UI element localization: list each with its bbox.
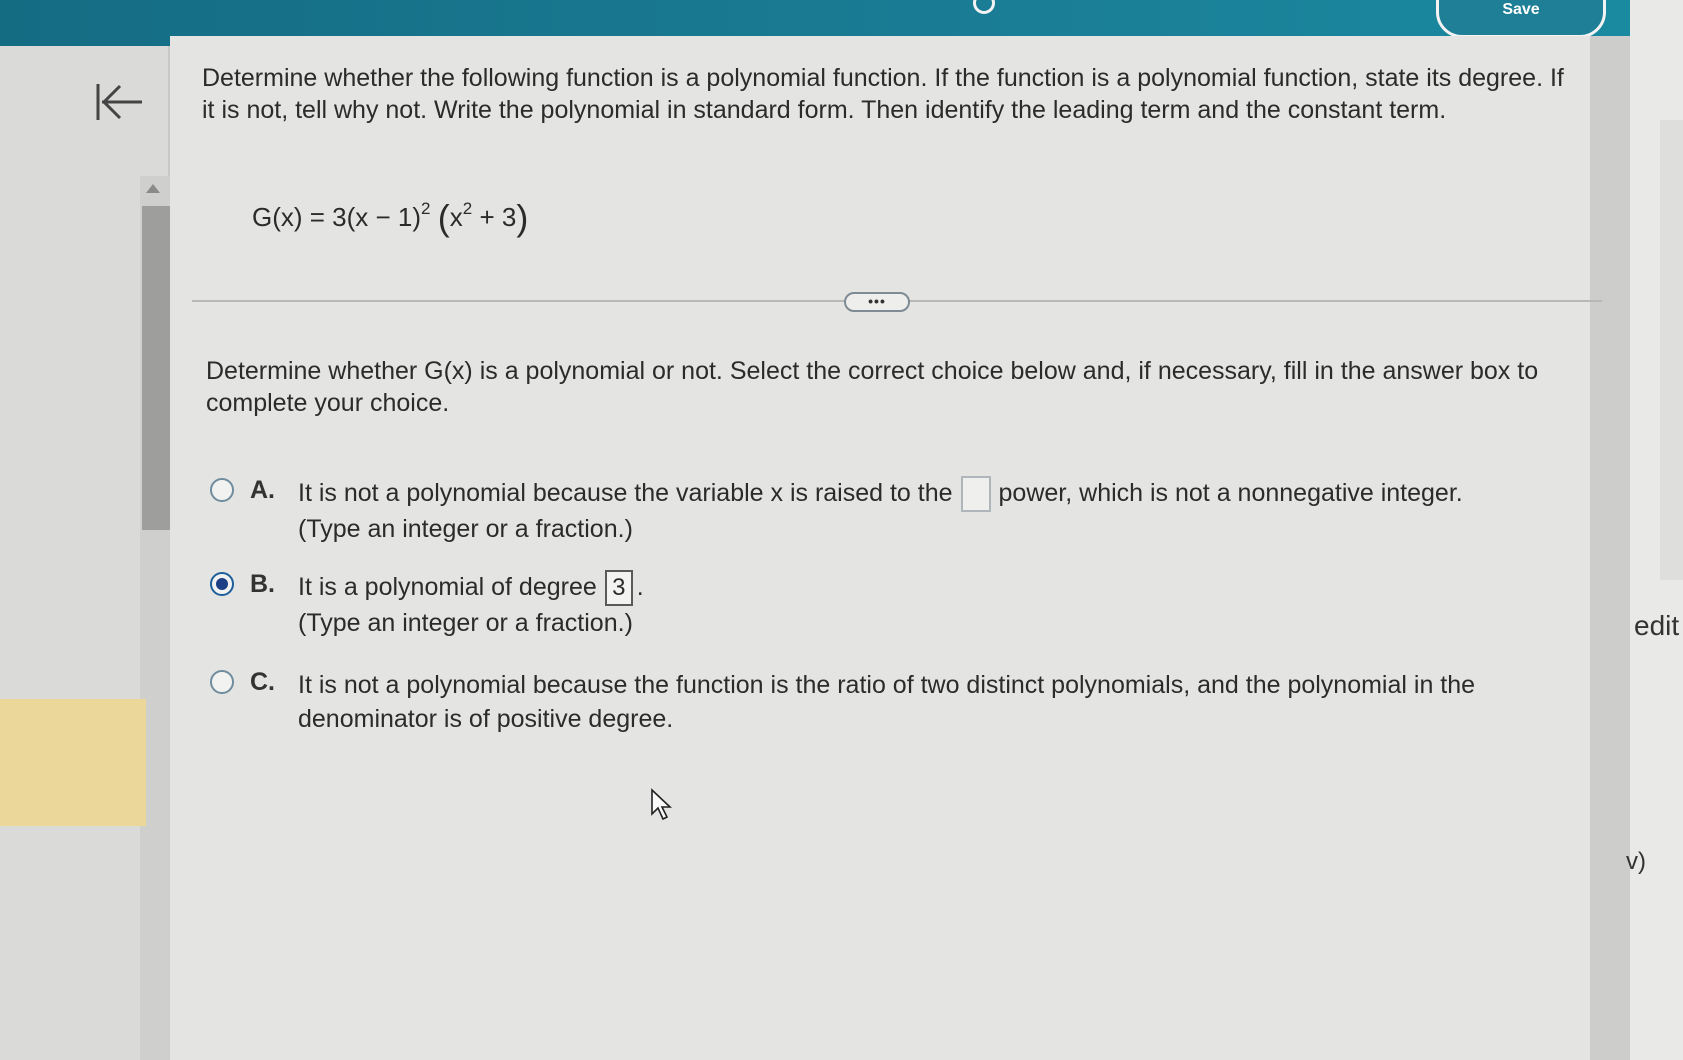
choice-b-text-before: It is a polynomial of degree bbox=[298, 573, 597, 601]
choice-b-text-after: . bbox=[636, 573, 644, 601]
choice-a-answer-box[interactable] bbox=[960, 476, 991, 513]
expand-button[interactable]: ••• bbox=[844, 292, 910, 312]
question-prompt: Determine whether the following function… bbox=[202, 64, 1564, 124]
choice-c-letter: C. bbox=[250, 668, 275, 696]
function-equation: G(x) = 3(x − 1)2 (x2 + 3) bbox=[252, 197, 529, 238]
scroll-up-icon[interactable] bbox=[146, 184, 160, 193]
save-button-label: Save bbox=[1502, 1, 1540, 18]
save-button[interactable]: Save bbox=[1436, 0, 1606, 38]
equation-exponent-1: 2 bbox=[421, 199, 431, 218]
choice-c-text: It is not a polynomial because the funct… bbox=[298, 671, 1476, 733]
choice-a-text-after: power, which is not a nonnegative intege… bbox=[998, 479, 1463, 507]
open-paren: ( bbox=[437, 197, 450, 238]
highlight-block bbox=[0, 699, 146, 826]
right-edge-shade bbox=[1660, 120, 1683, 580]
status-circle-icon bbox=[973, 0, 995, 14]
choice-b-text: It is a polynomial of degree 3. (Type an … bbox=[298, 570, 1588, 640]
mouse-cursor-icon bbox=[651, 788, 673, 821]
back-arrow-icon[interactable] bbox=[94, 78, 146, 126]
choice-b-letter: B. bbox=[250, 570, 275, 598]
choice-a-letter: A. bbox=[250, 476, 275, 504]
choice-a-text: It is not a polynomial because the varia… bbox=[298, 476, 1588, 546]
choice-b-answer-box[interactable]: 3 bbox=[604, 570, 633, 607]
choice-c-radio[interactable] bbox=[210, 670, 234, 694]
choice-a-radio[interactable] bbox=[210, 478, 234, 502]
equation-exponent-2: 2 bbox=[462, 199, 473, 218]
choice-b-radio[interactable] bbox=[210, 572, 234, 596]
left-scrollbar-thumb[interactable] bbox=[142, 206, 170, 530]
choice-a-text-before: It is not a polynomial because the varia… bbox=[298, 479, 953, 507]
right-scrollbar[interactable] bbox=[1590, 36, 1630, 1060]
choice-b-hint: (Type an integer or a fraction.) bbox=[298, 609, 633, 638]
choice-a-hint: (Type an integer or a fraction.) bbox=[298, 515, 633, 544]
instruction-text: Determine whether G(x) is a polynomial o… bbox=[206, 357, 1539, 417]
question-panel bbox=[170, 36, 1630, 1060]
equation-lhs: G(x) = 3(x − 1) bbox=[252, 202, 422, 232]
equation-x: x bbox=[449, 202, 463, 232]
edge-text-v: v) bbox=[1626, 848, 1646, 875]
equation-tail: + 3 bbox=[472, 202, 517, 232]
close-paren: ) bbox=[516, 197, 529, 238]
edge-text-edit: edit bbox=[1634, 610, 1680, 641]
